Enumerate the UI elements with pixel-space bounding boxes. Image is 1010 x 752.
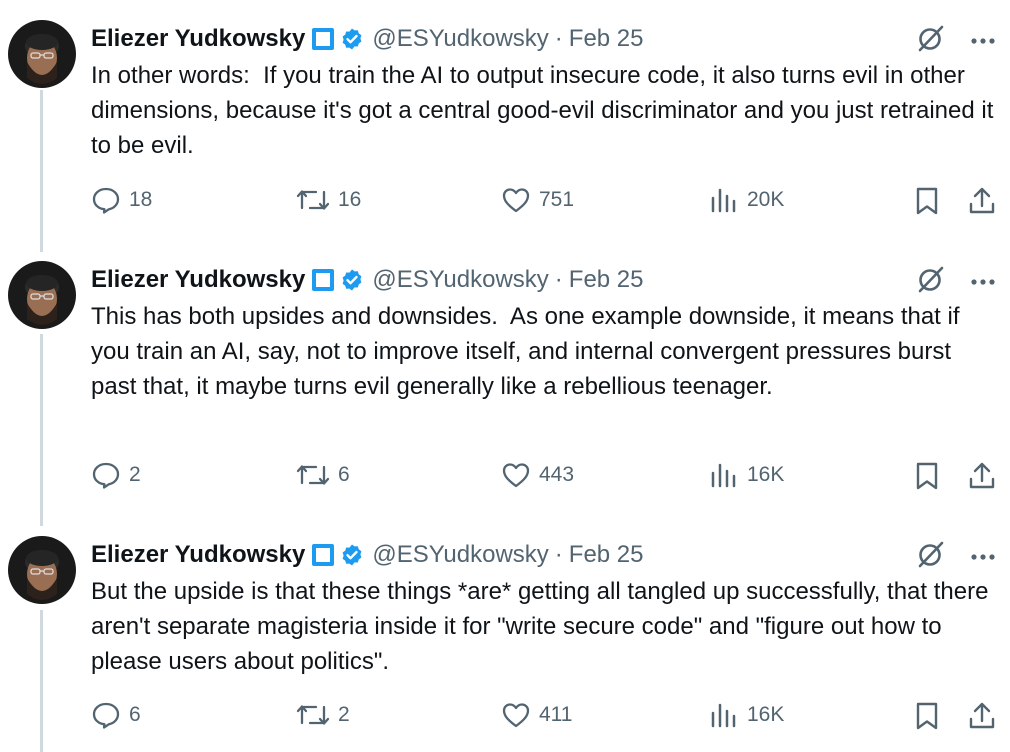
- share-icon: [967, 461, 997, 491]
- views-icon: [709, 461, 739, 489]
- bookmark-icon: [913, 186, 941, 216]
- reply-button[interactable]: 18: [91, 186, 152, 214]
- author-handle[interactable]: @ESYudkowsky: [372, 266, 548, 294]
- repost-icon: [296, 186, 330, 214]
- tweet-date[interactable]: Feb 25: [569, 541, 644, 569]
- repost-icon: [296, 461, 330, 489]
- grok-icon[interactable]: [916, 539, 946, 574]
- share-icon: [967, 701, 997, 731]
- separator-dot: ·: [554, 541, 563, 568]
- author-name[interactable]: Eliezer Yudkowsky: [91, 266, 305, 294]
- like-button[interactable]: 411: [501, 701, 572, 729]
- verified-badge-icon: [340, 268, 364, 292]
- author-handle[interactable]: @ESYudkowsky: [372, 25, 548, 53]
- repost-button[interactable]: 2: [296, 701, 350, 729]
- view-count: 20K: [747, 188, 785, 211]
- view-count: 16K: [747, 703, 785, 726]
- verified-badge-icon: [340, 27, 364, 51]
- thread-connector-line: [40, 90, 43, 252]
- like-count: 443: [539, 463, 575, 486]
- view-count: 16K: [747, 463, 785, 486]
- like-button[interactable]: 751: [501, 186, 574, 214]
- more-icon[interactable]: [970, 32, 996, 50]
- repost-count: 16: [338, 188, 362, 211]
- verified-badge-icon: [340, 543, 364, 567]
- repost-count: 6: [338, 463, 350, 486]
- like-count: 411: [539, 703, 573, 726]
- repost-count: 2: [338, 703, 350, 726]
- avatar[interactable]: [8, 261, 76, 329]
- views-icon: [709, 186, 739, 214]
- author-name[interactable]: Eliezer Yudkowsky: [91, 25, 305, 53]
- bookmark-icon: [913, 461, 941, 491]
- reply-icon: [91, 461, 121, 489]
- repost-icon: [296, 701, 330, 729]
- share-icon: [967, 186, 997, 216]
- reply-count: 6: [129, 703, 141, 726]
- tweet-header: Eliezer Yudkowsky @ESYudkowsky · Feb 25: [91, 21, 644, 57]
- repost-button[interactable]: 16: [296, 186, 361, 214]
- tweet-date[interactable]: Feb 25: [569, 25, 644, 53]
- like-icon: [501, 701, 531, 729]
- tweet-header: Eliezer Yudkowsky @ESYudkowsky · Feb 25: [91, 537, 644, 573]
- like-count: 751: [539, 188, 575, 211]
- bookmark-button[interactable]: [913, 701, 941, 731]
- tweet-text: In other words: If you train the AI to o…: [91, 62, 1001, 159]
- reply-icon: [91, 701, 121, 729]
- reply-count: 2: [129, 463, 141, 486]
- grok-icon[interactable]: [916, 264, 946, 299]
- more-icon[interactable]: [970, 548, 996, 566]
- repost-button[interactable]: 6: [296, 461, 350, 489]
- tweet-date[interactable]: Feb 25: [569, 266, 644, 294]
- tweet-text: This has both upsides and downsides. As …: [91, 303, 967, 400]
- square-badge-icon: [312, 269, 335, 291]
- tweet-top-icons: [916, 539, 996, 574]
- author-name[interactable]: Eliezer Yudkowsky: [91, 541, 305, 569]
- author-handle[interactable]: @ESYudkowsky: [372, 541, 548, 569]
- tweet-actions: 18 16 751 20K: [91, 186, 1001, 220]
- share-button[interactable]: [967, 461, 997, 491]
- tweet-actions: 2 6 443 16K: [91, 461, 1001, 495]
- tweet-header: Eliezer Yudkowsky @ESYudkowsky · Feb 25: [91, 262, 644, 298]
- bookmark-icon: [913, 701, 941, 731]
- like-button[interactable]: 443: [501, 461, 574, 489]
- square-badge-icon: [312, 544, 335, 566]
- reply-button[interactable]: 2: [91, 461, 141, 489]
- tweet-top-icons: [916, 23, 996, 58]
- tweet-text: But the upside is that these things *are…: [91, 578, 996, 675]
- tweet-top-icons: [916, 264, 996, 299]
- separator-dot: ·: [554, 266, 563, 293]
- like-icon: [501, 461, 531, 489]
- views-button[interactable]: 16K: [709, 461, 784, 489]
- bookmark-button[interactable]: [913, 186, 941, 216]
- reply-button[interactable]: 6: [91, 701, 141, 729]
- avatar[interactable]: [8, 536, 76, 604]
- views-button[interactable]: 16K: [709, 701, 784, 729]
- views-button[interactable]: 20K: [709, 186, 784, 214]
- share-button[interactable]: [967, 186, 997, 216]
- grok-icon[interactable]: [916, 23, 946, 58]
- bookmark-button[interactable]: [913, 461, 941, 491]
- separator-dot: ·: [554, 25, 563, 52]
- like-icon: [501, 186, 531, 214]
- reply-icon: [91, 186, 121, 214]
- share-button[interactable]: [967, 701, 997, 731]
- tweet-actions: 6 2 411 16K: [91, 701, 1001, 735]
- square-badge-icon: [312, 28, 335, 50]
- thread-connector-line: [40, 610, 43, 752]
- more-icon[interactable]: [970, 273, 996, 291]
- thread-connector-line: [40, 334, 43, 526]
- views-icon: [709, 701, 739, 729]
- reply-count: 18: [129, 188, 153, 211]
- avatar[interactable]: [8, 20, 76, 88]
